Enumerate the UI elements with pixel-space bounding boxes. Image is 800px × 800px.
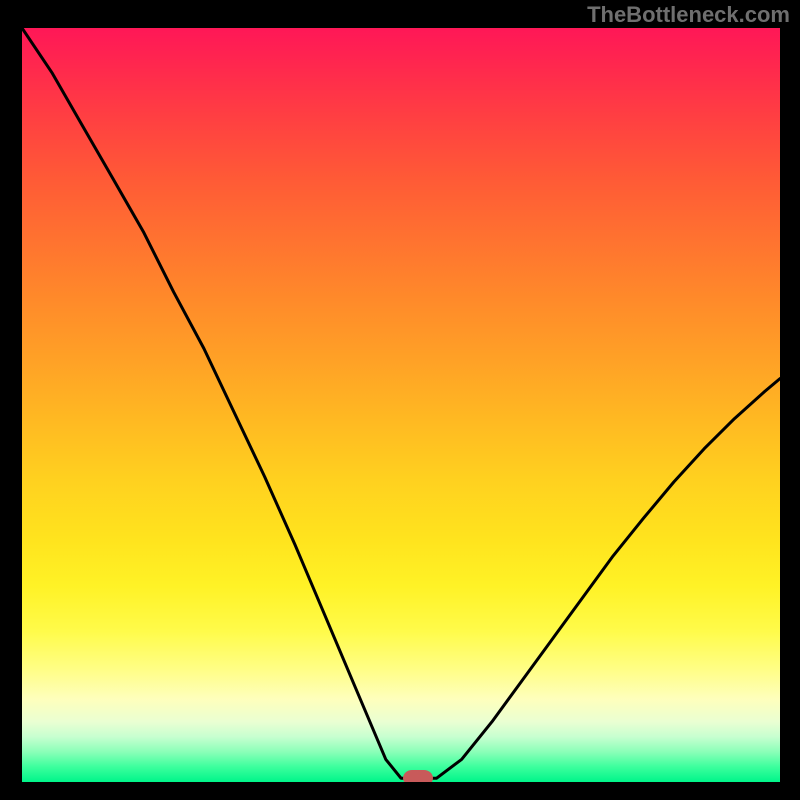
chart-frame: TheBottleneck.com (0, 0, 800, 800)
plot-area (22, 28, 780, 782)
bottleneck-curve (22, 28, 780, 778)
watermark-text: TheBottleneck.com (587, 2, 790, 28)
min-marker (403, 770, 433, 782)
curve-svg (22, 28, 780, 782)
